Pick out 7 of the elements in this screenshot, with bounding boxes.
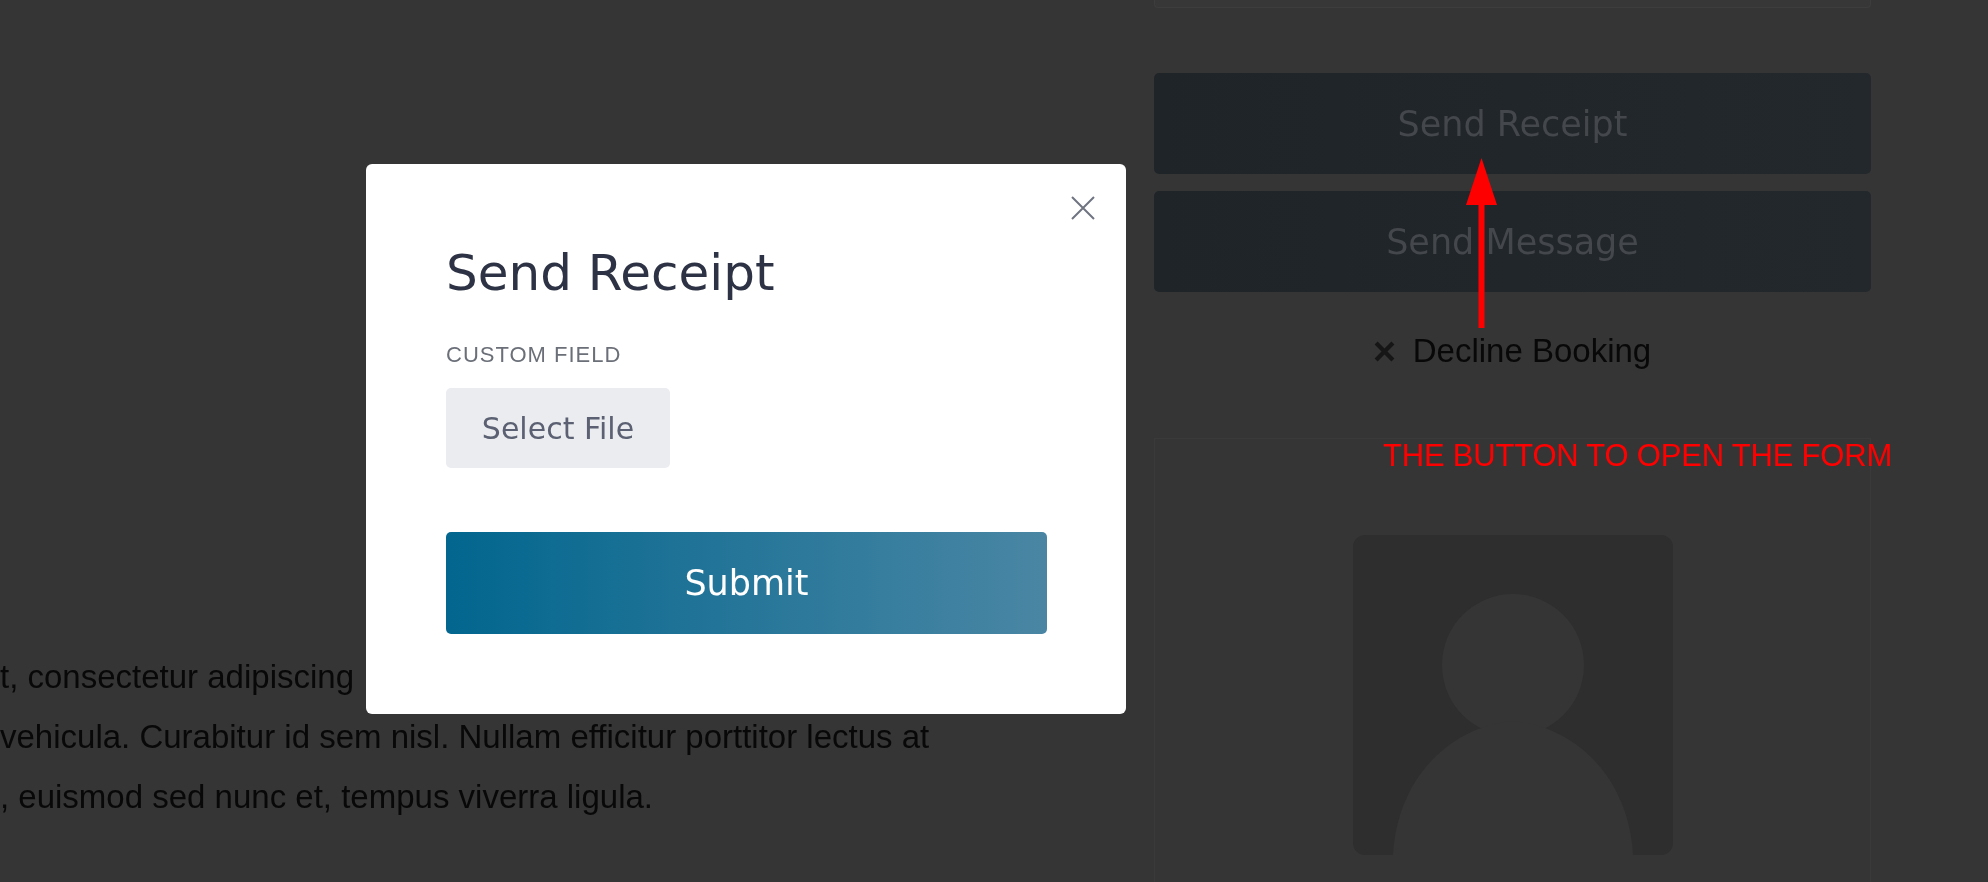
field-label: CUSTOM FIELD [446, 342, 622, 368]
cross-icon [1373, 340, 1395, 362]
close-icon[interactable] [1071, 196, 1095, 220]
submit-button[interactable]: Submit [446, 532, 1047, 634]
annotation-label: THE BUTTON TO OPEN THE FORM [1383, 440, 1893, 471]
select-file-button[interactable]: Select File [446, 388, 670, 468]
modal-title: Send Receipt [446, 243, 775, 303]
